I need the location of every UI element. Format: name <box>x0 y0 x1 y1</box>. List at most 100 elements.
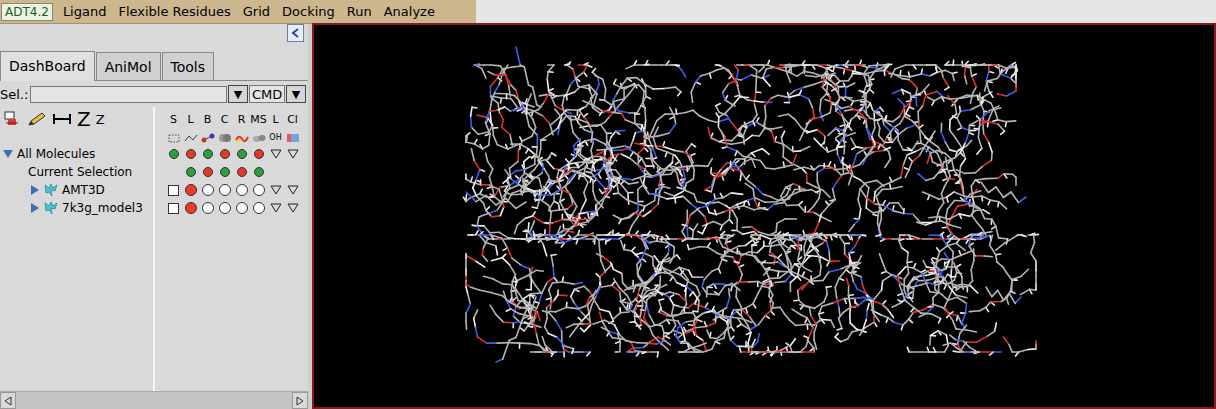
display-toggle[interactable] <box>236 202 248 214</box>
distance-icon[interactable] <box>52 112 72 126</box>
state-dot[interactable] <box>237 167 247 177</box>
ball-stick-icon <box>201 132 215 144</box>
dropdown-triangle-icon[interactable] <box>287 203 299 213</box>
tree-spacer <box>0 131 155 145</box>
state-dot[interactable] <box>203 149 213 159</box>
column-icon[interactable] <box>250 132 267 144</box>
state-dot[interactable] <box>186 167 196 177</box>
state-dot[interactable] <box>169 149 179 159</box>
menu-item[interactable]: Docking <box>276 4 341 19</box>
tree-row: AMT3D <box>0 181 308 199</box>
state-cell <box>284 185 301 195</box>
selection-icon <box>167 132 181 144</box>
pencil-icon[interactable] <box>27 111 47 127</box>
panel-header <box>0 24 308 48</box>
column-header[interactable]: S <box>165 114 182 125</box>
display-toggle[interactable] <box>202 184 214 196</box>
state-dot[interactable] <box>220 167 230 177</box>
display-toggle[interactable] <box>219 202 231 214</box>
menu-item[interactable]: Grid <box>237 4 276 19</box>
state-dot[interactable] <box>186 149 196 159</box>
mode-dropdown[interactable]: ▼ <box>286 85 306 103</box>
tree-label[interactable]: AMT3D <box>62 183 105 197</box>
state-dot[interactable] <box>237 149 247 159</box>
select-tool-icon[interactable] <box>4 111 22 127</box>
tree-row: 7k3g_model3 <box>0 199 308 217</box>
display-toggle[interactable] <box>253 184 265 196</box>
scroll-right-button[interactable] <box>292 392 308 409</box>
app-label[interactable]: ADT4.2 <box>1 3 53 21</box>
state-dot[interactable] <box>203 167 213 177</box>
menu-item[interactable]: Analyze <box>378 4 441 19</box>
expander-icon[interactable] <box>28 184 40 196</box>
tab[interactable]: AniMol <box>96 52 161 80</box>
main-area: DashBoardAniMolToolsSel.:▼CMD▼ZZSLBCRMSL… <box>0 24 1216 409</box>
scroll-left-button[interactable] <box>0 392 16 409</box>
tree-label[interactable]: 7k3g_model3 <box>62 201 143 215</box>
column-icon[interactable] <box>216 132 233 144</box>
molecule-icon <box>43 201 59 215</box>
toolbar: ZZ <box>0 107 155 131</box>
column-icon[interactable] <box>199 132 216 144</box>
dropdown-triangle-icon[interactable] <box>270 203 282 213</box>
column-header[interactable]: R <box>233 114 250 125</box>
display-toggle[interactable] <box>202 202 214 214</box>
dropdown-triangle-icon[interactable] <box>287 185 299 195</box>
dropdown-triangle-icon[interactable] <box>287 149 299 159</box>
column-icon[interactable]: OH <box>267 134 284 142</box>
column-header-row: ZZSLBCRMSLCl <box>0 107 308 131</box>
scroll-track[interactable] <box>16 392 292 409</box>
tree-node[interactable]: All Molecules <box>0 145 155 163</box>
select-checkbox[interactable] <box>168 185 179 196</box>
menu-item[interactable]: Flexible Residues <box>112 4 236 19</box>
expander-icon[interactable] <box>28 202 40 214</box>
column-header[interactable]: B <box>199 114 216 125</box>
menu-item[interactable]: Run <box>341 4 378 19</box>
state-cell <box>199 202 216 214</box>
selection-field[interactable] <box>30 86 227 103</box>
dropdown-triangle-icon[interactable] <box>270 185 282 195</box>
tree-node[interactable]: 7k3g_model3 <box>0 199 155 217</box>
display-toggle[interactable] <box>236 184 248 196</box>
column-icon[interactable] <box>233 132 250 144</box>
column-icon[interactable] <box>284 132 301 144</box>
molecule-render-icon <box>314 25 1208 409</box>
display-toggle[interactable] <box>185 202 197 214</box>
tree-node[interactable]: Current Selection <box>0 163 155 181</box>
zoom-small-label[interactable]: Z <box>96 112 105 127</box>
tree-label[interactable]: All Molecules <box>17 147 95 161</box>
3d-viewer[interactable] <box>312 23 1216 409</box>
state-cell <box>267 149 284 159</box>
column-icon[interactable] <box>165 132 182 144</box>
select-checkbox[interactable] <box>168 203 179 214</box>
tree-label[interactable]: Current Selection <box>28 165 132 179</box>
dropdown-triangle-icon[interactable] <box>270 149 282 159</box>
dashboard-panel: DashBoardAniMolToolsSel.:▼CMD▼ZZSLBCRMSL… <box>0 24 312 409</box>
horizontal-scrollbar[interactable] <box>0 391 308 409</box>
tab[interactable]: Tools <box>162 52 215 80</box>
column-header[interactable]: MS <box>250 114 267 125</box>
display-toggle[interactable] <box>185 184 197 196</box>
state-dot[interactable] <box>254 167 264 177</box>
column-header[interactable]: L <box>267 114 284 125</box>
state-cell <box>267 203 284 213</box>
expander-icon[interactable] <box>2 148 14 160</box>
display-toggle[interactable] <box>253 202 265 214</box>
display-toggle[interactable] <box>219 184 231 196</box>
zoom-label[interactable]: Z <box>77 107 91 131</box>
column-icon[interactable] <box>182 132 199 144</box>
tab[interactable]: DashBoard <box>0 51 95 81</box>
state-cell <box>199 167 216 177</box>
state-dot[interactable] <box>220 149 230 159</box>
column-header[interactable]: Cl <box>284 114 301 125</box>
column-header[interactable]: L <box>182 114 199 125</box>
selection-dropdown[interactable]: ▼ <box>228 85 248 103</box>
mode-field[interactable]: CMD <box>249 85 285 103</box>
menu-item[interactable]: Ligand <box>57 4 113 19</box>
column-header[interactable]: C <box>216 114 233 125</box>
state-dot[interactable] <box>254 149 264 159</box>
state-cell <box>216 149 233 159</box>
tree-node[interactable]: AMT3D <box>0 181 155 199</box>
state-cell <box>182 184 199 196</box>
collapse-button[interactable] <box>287 24 304 42</box>
